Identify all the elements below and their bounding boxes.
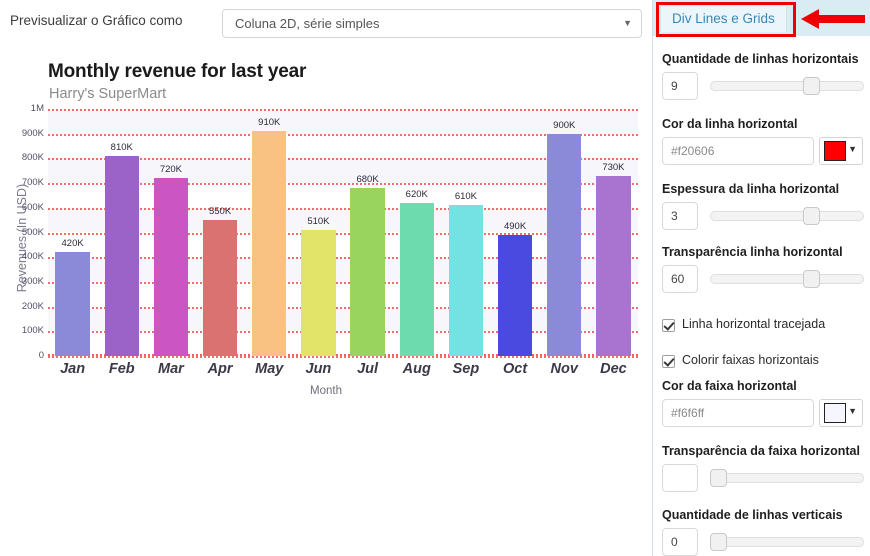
bar-sep[interactable] (448, 205, 484, 356)
y-axis-tick: 200K (21, 300, 44, 312)
y-axis-label: Revenues (In USD) (15, 183, 29, 293)
v-lines-count-input[interactable]: 0 (662, 528, 698, 556)
field-h-line-alpha: Transparência linha horizontal 60 (662, 245, 864, 293)
y-axis-tick: 600K (21, 201, 44, 213)
h-line-alpha-input[interactable]: 60 (662, 265, 698, 293)
chevron-down-icon: ▼ (623, 18, 632, 28)
slider-track (710, 81, 864, 91)
field-band-alpha: Transparência da faixa horizontal (662, 444, 864, 492)
bar-value-label: 420K (61, 238, 84, 250)
bar-dec[interactable] (596, 175, 631, 356)
slider-track (710, 274, 864, 284)
y-axis-tick: 700K (21, 177, 44, 189)
y-axis-tick: 900K (21, 127, 44, 139)
y-axis-tick: 800K (21, 152, 44, 164)
field-h-lines-count: Quantidade de linhas horizontais 9 (662, 52, 864, 100)
h-line-color-label: Cor da linha horizontal (662, 117, 798, 131)
bar-oct[interactable] (497, 234, 533, 356)
x-axis-tick: Dec (600, 361, 627, 377)
bar-value-label: 720K (159, 164, 182, 176)
h-line-thickness-slider[interactable] (710, 207, 864, 225)
v-lines-count-label: Quantidade de linhas verticais (662, 508, 843, 522)
preview-label: Previsualizar o Gráfico como (10, 13, 183, 28)
bar-jul[interactable] (350, 188, 385, 356)
grid-line (48, 356, 638, 358)
bar-value-label: 810K (110, 141, 133, 153)
slider-handle[interactable] (803, 207, 820, 225)
slider-track (710, 211, 864, 221)
app-root: Previsualizar o Gráfico como Coluna 2D, … (0, 0, 870, 556)
settings-panel: Div Lines e Grids Quantidade de linhas h… (653, 0, 870, 556)
band-alpha-input[interactable] (662, 464, 698, 492)
bar-mar[interactable] (153, 178, 189, 356)
chart-type-value: Coluna 2D, série simples (235, 16, 380, 31)
slider-handle[interactable] (803, 77, 820, 95)
color-swatch (824, 403, 846, 423)
chart-preview: Monthly revenue for last year Harry's Su… (0, 46, 652, 556)
slider-handle[interactable] (710, 533, 727, 551)
slider-track (710, 473, 864, 483)
tab-highlight-annotation (656, 2, 796, 37)
h-line-alpha-label: Transparência linha horizontal (662, 245, 843, 259)
bar-feb[interactable] (104, 155, 139, 356)
bar-value-label: 910K (258, 117, 281, 129)
band-color-label: Cor da faixa horizontal (662, 379, 797, 393)
bar-value-label: 900K (553, 119, 576, 131)
red-arrow-annotation (801, 9, 865, 29)
bar-value-label: 490K (503, 220, 527, 232)
chevron-down-icon: ▼ (848, 406, 857, 416)
slider-handle[interactable] (803, 270, 820, 288)
y-axis-tick: 500K (21, 226, 44, 238)
bar-value-label: 680K (356, 174, 379, 186)
y-axis-tick: 100K (21, 325, 44, 337)
field-h-line-color: Cor da linha horizontal #f20606 ▼ (662, 117, 863, 165)
bar-value-label: 550K (208, 206, 232, 218)
checkbox-icon[interactable] (662, 355, 675, 368)
checkbox-color-bands-label: Colorir faixas horizontais (682, 353, 819, 367)
y-axis-tick: 0 (38, 350, 44, 361)
slider-track (710, 537, 864, 547)
h-lines-count-slider[interactable] (710, 77, 864, 95)
checkbox-icon[interactable] (662, 319, 675, 332)
h-line-thickness-input[interactable]: 3 (662, 202, 698, 230)
grid-line (48, 109, 638, 111)
chevron-down-icon: ▼ (848, 144, 857, 154)
field-v-lines-count: Quantidade de linhas verticais 0 (662, 508, 864, 556)
tab-strip: Div Lines e Grids (653, 0, 870, 37)
h-line-color-picker[interactable]: ▼ (819, 137, 863, 165)
y-axis-tick: 400K (21, 251, 44, 263)
slider-handle[interactable] (710, 469, 727, 487)
bar-apr[interactable] (202, 220, 238, 356)
bar-jan[interactable] (55, 252, 90, 356)
plot-area: 0 100K 200K 300K 400K 500K 600K 700K 800K 900K 1M 4… (22, 103, 638, 377)
h-line-thickness-label: Espessura da linha horizontal (662, 182, 840, 196)
band-color-input[interactable]: #f6f6ff (662, 399, 814, 427)
bar-value-label: 510K (307, 216, 330, 228)
x-axis-label: Month (310, 385, 342, 397)
h-lines-count-input[interactable]: 9 (662, 72, 698, 100)
bar-nov[interactable] (547, 133, 582, 356)
band-alpha-slider[interactable] (710, 469, 864, 487)
bar-jun[interactable] (301, 230, 336, 356)
y-axis-tick: 300K (21, 275, 44, 287)
h-line-color-input[interactable]: #f20606 (662, 137, 814, 165)
bar-value-label: 610K (454, 191, 477, 203)
y-axis-tick: 1M (30, 103, 44, 114)
chart-title: Monthly revenue for last year (48, 61, 307, 82)
bar-may[interactable] (252, 131, 287, 356)
chart-subtitle: Harry's SuperMart (49, 86, 167, 102)
bar-aug[interactable] (399, 202, 434, 356)
field-band-color: Cor da faixa horizontal #f6f6ff ▼ (662, 379, 863, 427)
h-line-alpha-slider[interactable] (710, 270, 864, 288)
field-h-line-thickness: Espessura da linha horizontal 3 (662, 182, 864, 230)
chart-type-select[interactable]: Coluna 2D, série simples ▼ (222, 9, 642, 38)
color-swatch (824, 141, 846, 161)
bar-value-label: 730K (602, 161, 625, 173)
checkbox-dashed-line-label: Linha horizontal tracejada (682, 317, 826, 331)
band-alpha-label: Transparência da faixa horizontal (662, 444, 860, 458)
v-lines-count-slider[interactable] (710, 533, 864, 551)
h-lines-count-label: Quantidade de linhas horizontais (662, 52, 859, 66)
band-color-picker[interactable]: ▼ (819, 399, 863, 427)
preview-toolbar: Previsualizar o Gráfico como Coluna 2D, … (0, 0, 652, 46)
